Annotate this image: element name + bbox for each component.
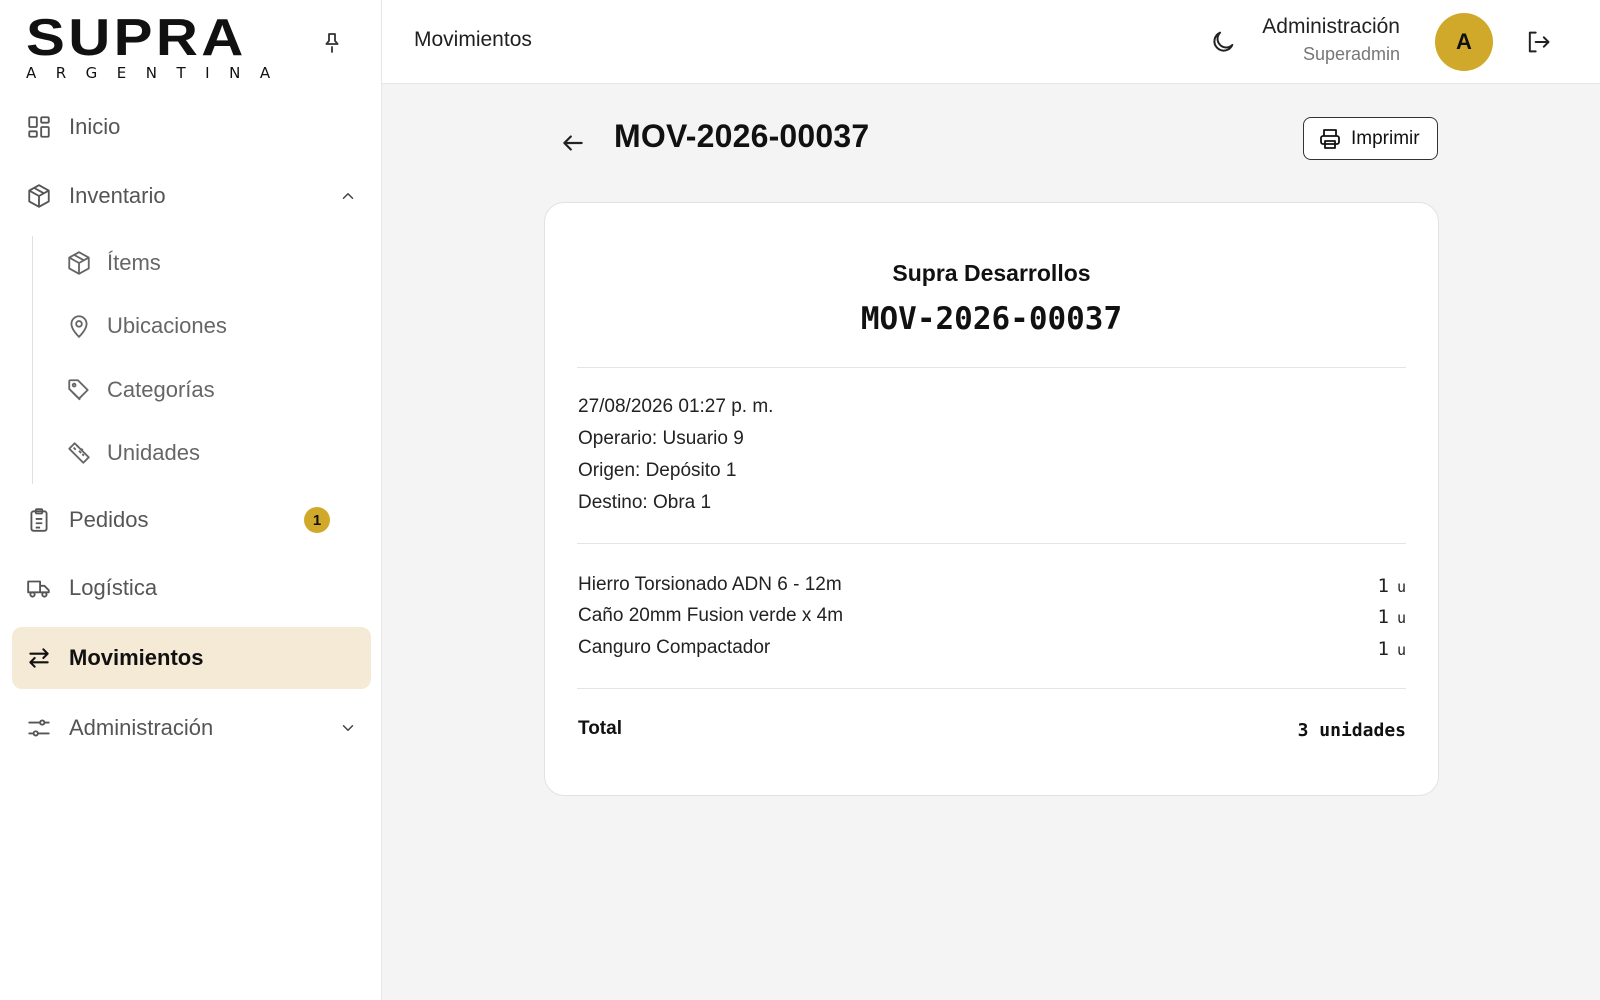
sidebar-subitem-label: Categorías [107, 377, 215, 402]
moon-icon[interactable] [1209, 28, 1237, 56]
pin-icon[interactable] [320, 30, 344, 54]
movement-datetime: 27/08/2026 01:27 p. m. [578, 396, 774, 417]
divider [577, 688, 1406, 689]
movement-destination: Destino: Obra 1 [578, 492, 712, 513]
chevron-down-icon[interactable] [339, 719, 357, 737]
user-name: Administración [1262, 15, 1400, 38]
sidebar-item-label: Inicio [69, 114, 121, 139]
sidebar-item-label: Logística [69, 575, 158, 600]
top-header: Movimientos Administración Superadmin A [382, 0, 1600, 84]
sidebar-item-inicio[interactable]: Inicio [12, 96, 371, 158]
total-value: 3 unidades [1297, 720, 1406, 741]
sidebar-item-inventario[interactable]: Inventario [12, 165, 371, 227]
sidebar-item-logistica[interactable]: Logística [12, 557, 371, 619]
chevron-up-icon[interactable] [339, 187, 357, 205]
sidebar-subitem-label: Ubicaciones [107, 313, 227, 338]
printer-icon [1318, 127, 1342, 151]
item-qty-value: 1 [1377, 606, 1389, 628]
sidebar: SUPRA ARGENTINA Inicio Inventario Ítems … [0, 0, 382, 1000]
item-qty-value: 1 [1377, 575, 1389, 597]
item-qty-unit: u [1396, 641, 1406, 659]
sidebar-subitem-unidades[interactable]: Unidades [50, 425, 350, 481]
box-icon [66, 250, 92, 276]
map-pin-icon [66, 313, 92, 339]
item-quantity: 1u [1378, 638, 1406, 660]
item-name: Caño 20mm Fusion verde x 4m [578, 605, 844, 626]
movement-code: MOV-2026-00037 [860, 301, 1123, 337]
sidebar-subitem-categorias[interactable]: Categorías [50, 362, 350, 418]
sidebar-item-movimientos[interactable]: Movimientos [12, 627, 371, 689]
item-name: Canguro Compactador [578, 637, 771, 658]
sidebar-item-administracion[interactable]: Administración [12, 697, 371, 759]
item-name: Hierro Torsionado ADN 6 - 12m [578, 574, 842, 595]
sidebar-item-label: Movimientos [69, 645, 204, 670]
divider [577, 367, 1406, 368]
brand-logo[interactable]: SUPRA ARGENTINA [26, 12, 276, 82]
item-quantity: 1u [1378, 606, 1406, 628]
sidebar-item-pedidos[interactable]: Pedidos 1 [12, 489, 371, 551]
user-role: Superadmin [1302, 44, 1400, 64]
sidebar-subitem-label: Unidades [107, 440, 200, 465]
sliders-icon [26, 715, 52, 741]
page-title: MOV-2026-00037 [614, 118, 870, 154]
divider [577, 543, 1406, 544]
sidebar-subitem-ubicaciones[interactable]: Ubicaciones [50, 298, 350, 354]
movement-receipt-card: Supra Desarrollos MOV-2026-00037 27/08/2… [544, 202, 1439, 796]
print-button-label: Imprimir [1351, 127, 1420, 149]
item-qty-unit: u [1396, 609, 1406, 627]
item-qty-unit: u [1396, 578, 1406, 596]
truck-icon [26, 575, 52, 601]
sidebar-subitem-items[interactable]: Ítems [50, 235, 350, 291]
ruler-icon [66, 440, 92, 466]
sidebar-item-label: Pedidos [69, 507, 149, 532]
movement-origin: Origen: Depósito 1 [578, 460, 737, 481]
page-section-title: Movimientos [414, 28, 532, 51]
submenu-guide-line [32, 236, 33, 484]
item-qty-value: 1 [1377, 638, 1389, 660]
sidebar-item-label: Inventario [69, 183, 166, 208]
dashboard-icon [26, 114, 52, 140]
total-label: Total [578, 718, 622, 739]
tags-icon [66, 377, 92, 403]
company-name: Supra Desarrollos [892, 260, 1091, 286]
pedidos-count-badge: 1 [304, 507, 330, 533]
arrows-swap-icon [26, 645, 52, 671]
sidebar-subitem-label: Ítems [107, 250, 161, 275]
back-arrow-icon[interactable] [560, 130, 586, 156]
brand-name: SUPRA [26, 9, 247, 67]
logout-icon[interactable] [1524, 28, 1552, 56]
movement-operator: Operario: Usuario 9 [578, 428, 744, 449]
avatar[interactable]: A [1435, 13, 1493, 71]
item-quantity: 1u [1378, 575, 1406, 597]
sidebar-item-label: Administración [69, 715, 214, 740]
clipboard-icon [26, 507, 52, 533]
print-button[interactable]: Imprimir [1303, 117, 1438, 160]
box-icon [26, 183, 52, 209]
